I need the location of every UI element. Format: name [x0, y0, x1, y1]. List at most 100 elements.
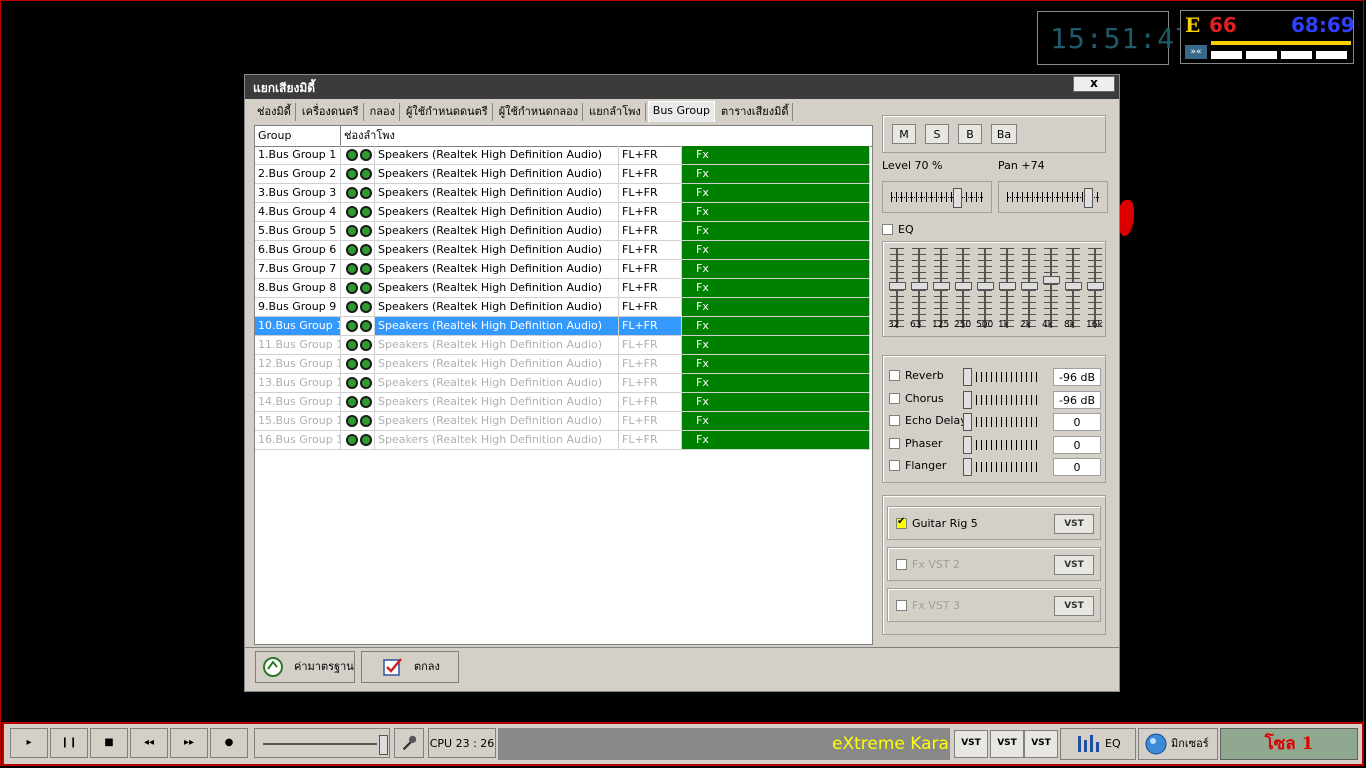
- table-row[interactable]: 8.Bus Group 8 Speakers (Realtek High Defi…: [255, 279, 870, 298]
- vst-checkbox[interactable]: ✔: [896, 516, 907, 529]
- fast-forward-button[interactable]: ▸▸: [170, 728, 208, 758]
- fx-cell[interactable]: Fx: [682, 412, 870, 431]
- record-button[interactable]: ●: [210, 728, 248, 758]
- vst-button-3[interactable]: VST: [1024, 730, 1058, 758]
- table-row[interactable]: 12.Bus Group 12 Speakers (Realtek High De…: [255, 355, 870, 374]
- fx-cell[interactable]: Fx: [682, 355, 870, 374]
- channel-cell[interactable]: FL+FR: [619, 184, 682, 203]
- status-cell[interactable]: [341, 184, 375, 203]
- device-cell[interactable]: Speakers (Realtek High Definition Audio): [375, 412, 619, 431]
- effect-checkbox[interactable]: [889, 415, 900, 426]
- device-cell[interactable]: Speakers (Realtek High Definition Audio): [375, 222, 619, 241]
- device-cell[interactable]: Speakers (Realtek High Definition Audio): [375, 431, 619, 450]
- tab-5[interactable]: แยกลำโพง: [585, 103, 646, 121]
- effect-slider[interactable]: [963, 366, 1049, 388]
- eq-band-thumb[interactable]: [955, 282, 972, 290]
- effect-checkbox[interactable]: [889, 437, 900, 449]
- fx-cell[interactable]: Fx: [682, 165, 870, 184]
- pan-slider[interactable]: [998, 181, 1108, 213]
- effect-slider-thumb[interactable]: [963, 390, 972, 409]
- vst-checkbox[interactable]: [896, 559, 907, 570]
- channel-cell[interactable]: FL+FR: [619, 146, 682, 165]
- rewind-button[interactable]: ◂◂: [130, 728, 168, 758]
- eq-checkbox[interactable]: [882, 224, 893, 235]
- status-cell[interactable]: [341, 412, 375, 431]
- pan-slider-thumb[interactable]: [1083, 188, 1093, 208]
- eq-band-thumb[interactable]: [889, 282, 906, 290]
- table-row[interactable]: 16.Bus Group 16 Speakers (Realtek High De…: [255, 431, 870, 450]
- channel-cell[interactable]: FL+FR: [619, 317, 682, 336]
- play-button[interactable]: ▸: [10, 728, 48, 758]
- status-cell[interactable]: [341, 317, 375, 336]
- mode-b-button[interactable]: B: [958, 124, 982, 144]
- eq-band-thumb[interactable]: [1021, 282, 1038, 290]
- table-row[interactable]: 14.Bus Group 14 Speakers (Realtek High De…: [255, 393, 870, 412]
- effect-value[interactable]: 0: [1053, 458, 1101, 476]
- channel-cell[interactable]: FL+FR: [619, 298, 682, 317]
- channel-cell[interactable]: FL+FR: [619, 393, 682, 412]
- device-cell[interactable]: Speakers (Realtek High Definition Audio): [375, 355, 619, 374]
- microphone-button[interactable]: [394, 728, 424, 758]
- status-cell[interactable]: [341, 279, 375, 298]
- fx-cell[interactable]: Fx: [682, 260, 870, 279]
- mode-m-button[interactable]: M: [892, 124, 916, 144]
- channel-cell[interactable]: FL+FR: [619, 241, 682, 260]
- tab-2[interactable]: กลอง: [365, 103, 400, 121]
- table-row[interactable]: 2.Bus Group 2 Speakers (Realtek High Defi…: [255, 165, 870, 184]
- effect-slider[interactable]: [963, 388, 1049, 411]
- eq-band-thumb[interactable]: [1087, 282, 1104, 290]
- eq-band-thumb[interactable]: [1043, 276, 1060, 284]
- eq-band-slider[interactable]: [955, 248, 972, 328]
- effect-checkbox[interactable]: [889, 460, 900, 471]
- status-cell[interactable]: [341, 260, 375, 279]
- solo-display[interactable]: โซล 1: [1220, 728, 1358, 760]
- channel-cell[interactable]: FL+FR: [619, 222, 682, 241]
- level-slider[interactable]: [882, 181, 992, 213]
- tab-1[interactable]: เครื่องดนตรี: [297, 103, 364, 121]
- eq-band-thumb[interactable]: [933, 282, 950, 290]
- device-cell[interactable]: Speakers (Realtek High Definition Audio): [375, 184, 619, 203]
- vst-checkbox[interactable]: [896, 600, 907, 611]
- status-cell[interactable]: [341, 165, 375, 184]
- fx-cell[interactable]: Fx: [682, 317, 870, 336]
- status-cell[interactable]: [341, 374, 375, 393]
- channel-cell[interactable]: FL+FR: [619, 279, 682, 298]
- vst-button-1[interactable]: VST: [954, 730, 988, 758]
- status-cell[interactable]: [341, 222, 375, 241]
- status-cell[interactable]: [341, 241, 375, 260]
- eq-band-slider[interactable]: [977, 248, 994, 328]
- eq-band-slider[interactable]: [933, 248, 950, 328]
- channel-cell[interactable]: FL+FR: [619, 336, 682, 355]
- effect-slider-thumb[interactable]: [963, 458, 972, 476]
- table-row[interactable]: 6.Bus Group 6 Speakers (Realtek High Defi…: [255, 241, 870, 260]
- vst-settings-button[interactable]: VST: [1054, 514, 1094, 534]
- device-cell[interactable]: Speakers (Realtek High Definition Audio): [375, 165, 619, 184]
- eq-band-thumb[interactable]: [999, 282, 1016, 290]
- level-slider-thumb[interactable]: [952, 188, 962, 208]
- vst-settings-button[interactable]: VST: [1054, 596, 1094, 616]
- fx-cell[interactable]: Fx: [682, 298, 870, 317]
- table-row[interactable]: 10.Bus Group 10 Speakers (Realtek High De…: [255, 317, 870, 336]
- device-cell[interactable]: Speakers (Realtek High Definition Audio): [375, 241, 619, 260]
- eq-band-slider[interactable]: [1043, 248, 1060, 328]
- close-button[interactable]: x: [1073, 76, 1115, 92]
- vst-settings-button[interactable]: VST: [1054, 555, 1094, 575]
- fx-cell[interactable]: Fx: [682, 431, 870, 450]
- status-cell[interactable]: [341, 336, 375, 355]
- effect-value[interactable]: -96 dB: [1053, 368, 1101, 386]
- eq-band-slider[interactable]: [889, 248, 906, 328]
- device-cell[interactable]: Speakers (Realtek High Definition Audio): [375, 317, 619, 336]
- pause-button[interactable]: ❙❙: [50, 728, 88, 758]
- status-cell[interactable]: [341, 355, 375, 374]
- device-cell[interactable]: Speakers (Realtek High Definition Audio): [375, 146, 619, 165]
- device-cell[interactable]: Speakers (Realtek High Definition Audio): [375, 393, 619, 412]
- vst-button-2[interactable]: VST: [990, 730, 1024, 758]
- channel-cell[interactable]: FL+FR: [619, 431, 682, 450]
- fx-cell[interactable]: Fx: [682, 146, 870, 165]
- channel-cell[interactable]: FL+FR: [619, 374, 682, 393]
- eq-band-slider[interactable]: [911, 248, 928, 328]
- channel-cell[interactable]: FL+FR: [619, 260, 682, 279]
- mode-s-button[interactable]: S: [925, 124, 949, 144]
- effect-slider-thumb[interactable]: [963, 368, 972, 386]
- device-cell[interactable]: Speakers (Realtek High Definition Audio): [375, 374, 619, 393]
